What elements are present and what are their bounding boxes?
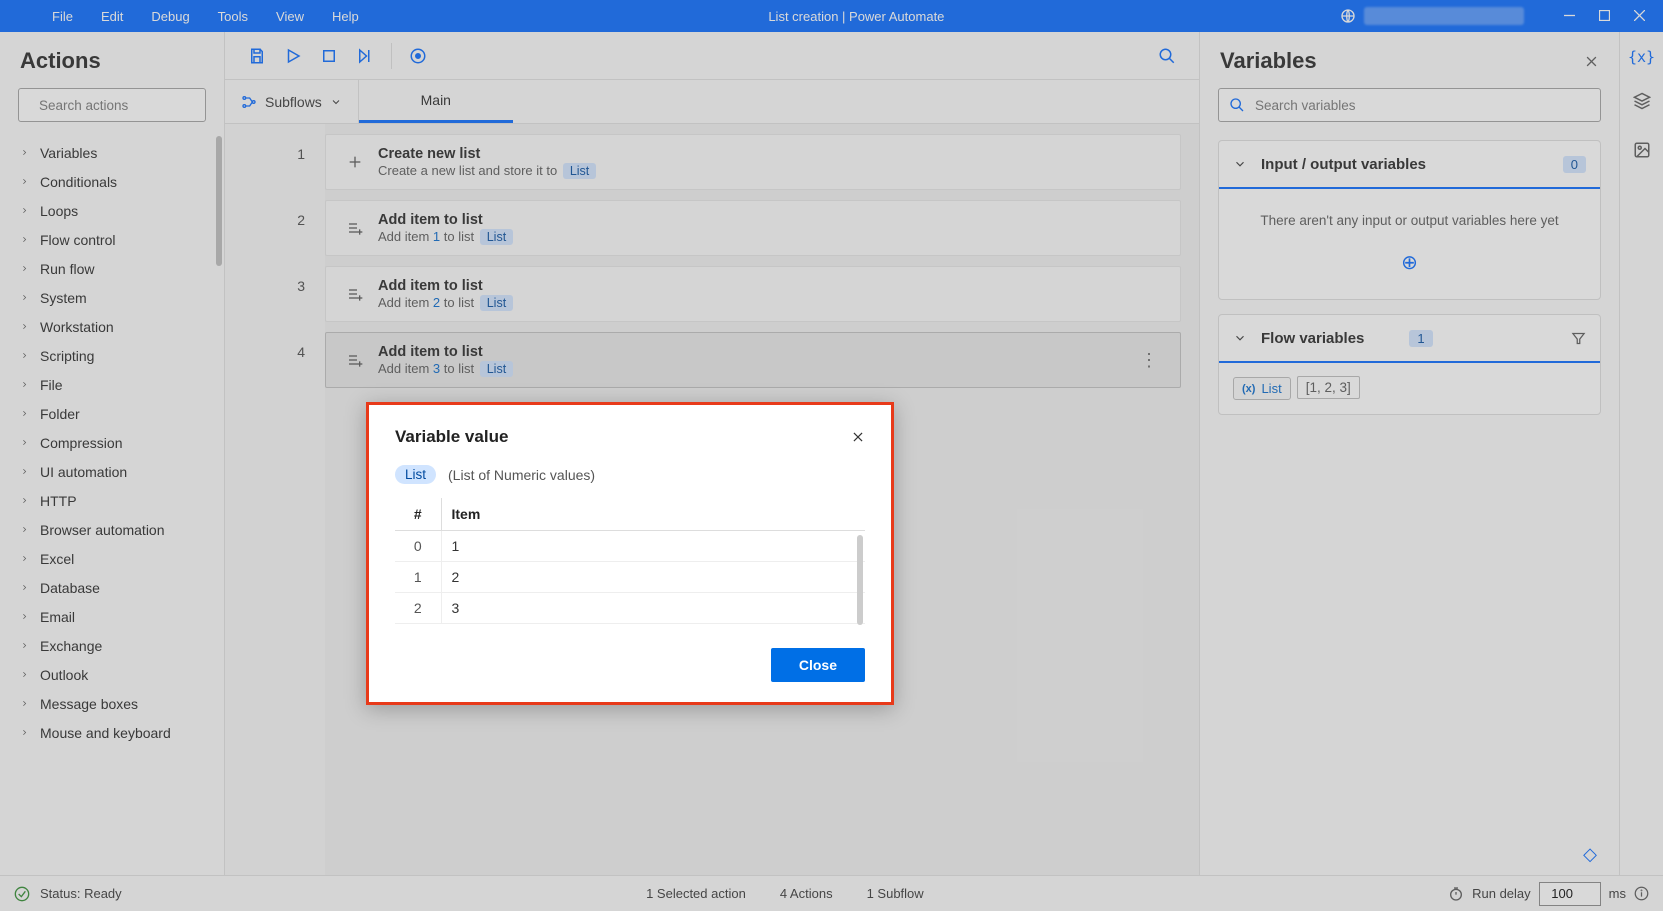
dialog-title: Variable value [395, 427, 851, 447]
dialog-scrollbar[interactable] [857, 535, 863, 625]
col-item: Item [441, 498, 865, 531]
close-dialog-icon[interactable] [851, 430, 865, 444]
variable-value-table: #Item 011223 [395, 498, 865, 624]
variable-type-desc: (List of Numeric values) [448, 467, 595, 483]
close-button[interactable]: Close [771, 648, 865, 682]
variable-name-pill: List [395, 465, 436, 484]
table-row[interactable]: 01 [395, 531, 865, 562]
table-row[interactable]: 23 [395, 593, 865, 624]
variable-value-dialog: Variable value List (List of Numeric val… [366, 402, 894, 705]
col-index: # [395, 498, 441, 531]
table-row[interactable]: 12 [395, 562, 865, 593]
